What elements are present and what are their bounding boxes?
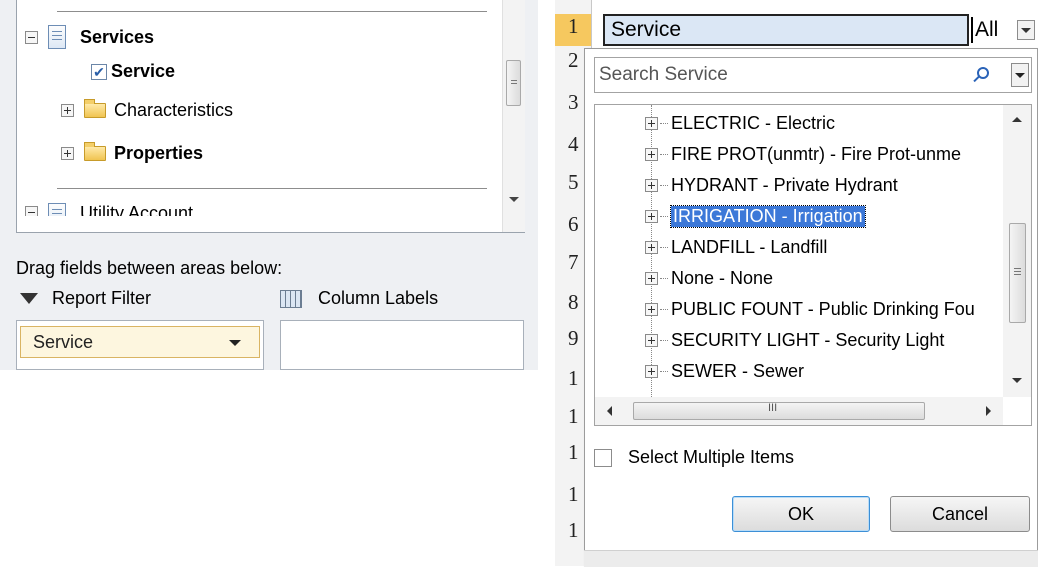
scroll-thumb[interactable]	[506, 60, 521, 106]
scroll-left-icon[interactable]	[607, 406, 612, 416]
field-tree: Services ✔ Service Characteristics Prope…	[16, 0, 525, 233]
item-label: SECURITY LIGHT - Security Light	[671, 329, 945, 350]
column-labels-area[interactable]	[280, 320, 524, 370]
scroll-right-icon[interactable]	[986, 406, 991, 416]
report-filter-field-chip[interactable]: Service	[20, 326, 260, 358]
expand-icon[interactable]	[645, 271, 658, 285]
tree-item-label: Utility Account	[80, 203, 194, 216]
vertical-scrollbar[interactable]	[502, 0, 525, 232]
folder-icon	[84, 99, 106, 118]
list-item[interactable]: SEWER - Sewer	[645, 357, 804, 385]
list-horizontal-scrollbar[interactable]: III	[595, 397, 1003, 425]
item-label: HYDRANT - Private Hydrant	[671, 174, 898, 195]
expand-icon[interactable]	[645, 333, 658, 347]
list-item[interactable]: FIRE PROT(unmtr) - Fire Prot-unme	[645, 140, 961, 168]
ok-button[interactable]: OK	[732, 496, 870, 532]
filter-dropdown-button[interactable]	[1017, 20, 1035, 40]
tree-item-properties[interactable]: Properties	[61, 142, 204, 164]
grip-icon	[511, 80, 517, 86]
search-input[interactable]	[595, 63, 971, 87]
tree-item-label: Services	[80, 26, 155, 47]
chevron-down-icon[interactable]	[229, 340, 241, 346]
folder-icon	[84, 142, 106, 161]
list-item[interactable]: PUBLIC FOUNT - Public Drinking Fou	[645, 295, 975, 323]
expand-icon[interactable]	[645, 302, 658, 316]
item-label: LANDFILL - Landfill	[671, 236, 828, 257]
list-item[interactable]: SECURITY LIGHT - Security Light	[645, 326, 944, 354]
tree-item-services[interactable]: Services	[25, 25, 154, 49]
collapse-icon[interactable]	[25, 30, 38, 44]
item-label: IRRIGATION - Irrigation	[670, 204, 866, 228]
expand-icon[interactable]	[61, 104, 74, 117]
list-item[interactable]: None - None	[645, 264, 773, 292]
search-options-dropdown[interactable]	[1011, 63, 1029, 87]
report-filter-label: Report Filter	[20, 288, 151, 309]
filter-icon	[20, 293, 38, 304]
item-label: None - None	[671, 267, 774, 288]
field-label: Service	[111, 61, 176, 81]
cell-text: All	[975, 18, 999, 41]
column-grid-icon	[280, 289, 302, 308]
list-item[interactable]: ELECTRIC - Electric	[645, 109, 835, 137]
list-vertical-scrollbar[interactable]	[1003, 105, 1031, 397]
search-box[interactable]	[594, 57, 1032, 93]
expand-icon[interactable]	[645, 147, 658, 161]
cancel-button[interactable]: Cancel	[890, 496, 1030, 532]
chip-label: Service	[33, 331, 94, 352]
popup-resize-bar[interactable]	[584, 550, 1038, 567]
scroll-down-icon[interactable]	[509, 197, 519, 202]
scroll-up-icon[interactable]	[1012, 117, 1022, 122]
cell-b1[interactable]: All	[971, 14, 1038, 46]
tree-item-label: Characteristics	[114, 100, 234, 120]
collapse-icon[interactable]	[25, 206, 38, 216]
search-icon[interactable]	[977, 67, 989, 79]
select-multiple-checkbox[interactable]	[594, 448, 612, 467]
tree-item-utility-account[interactable]: Utility Account	[25, 200, 193, 216]
item-label: ELECTRIC - Electric	[671, 112, 836, 133]
column-labels-label: Column Labels	[280, 288, 438, 309]
scroll-thumb[interactable]	[1009, 223, 1026, 323]
grip-icon: III	[768, 402, 778, 414]
list-item-selected[interactable]: IRRIGATION - Irrigation	[645, 202, 866, 230]
pivot-field-list: Services ✔ Service Characteristics Prope…	[0, 0, 538, 370]
expand-icon[interactable]	[645, 178, 658, 192]
area-label-text: Column Labels	[318, 288, 439, 308]
divider	[57, 11, 487, 12]
item-label: PUBLIC FOUNT - Public Drinking Fou	[671, 298, 975, 319]
table-icon	[48, 203, 66, 216]
checkbox-checked[interactable]: ✔	[91, 63, 107, 80]
scroll-down-icon[interactable]	[1012, 378, 1022, 383]
divider	[57, 188, 487, 189]
expand-icon[interactable]	[645, 240, 658, 254]
expand-icon[interactable]	[645, 364, 658, 378]
list-item[interactable]: LANDFILL - Landfill	[645, 233, 827, 261]
item-label: SEWER - Sewer	[671, 360, 805, 381]
tree-item-label: Properties	[114, 143, 204, 163]
field-item-service[interactable]: ✔ Service	[91, 61, 175, 82]
row-header-1[interactable]: 1	[555, 14, 591, 46]
cell-border	[971, 17, 973, 43]
scroll-thumb[interactable]: III	[633, 402, 925, 420]
area-label-text: Report Filter	[52, 288, 152, 308]
item-label: FIRE PROT(unmtr) - Fire Prot-unme	[671, 143, 962, 164]
expand-icon[interactable]	[645, 209, 658, 223]
drag-hint: Drag fields between areas below:	[16, 258, 283, 278]
select-multiple-label: Select Multiple Items	[628, 447, 795, 467]
grip-icon	[1014, 268, 1021, 275]
table-icon	[48, 25, 66, 49]
cell-text: Service	[611, 18, 682, 41]
filter-item-list[interactable]: ELECTRIC - Electric FIRE PROT(unmtr) - F…	[594, 104, 1032, 426]
expand-icon[interactable]	[645, 116, 658, 130]
list-item[interactable]: HYDRANT - Private Hydrant	[645, 171, 898, 199]
cell-a1[interactable]: Service	[603, 14, 969, 46]
expand-icon[interactable]	[61, 147, 74, 160]
select-multiple-option[interactable]: Select Multiple Items	[594, 447, 794, 468]
tree-item-characteristics[interactable]: Characteristics	[61, 99, 234, 121]
